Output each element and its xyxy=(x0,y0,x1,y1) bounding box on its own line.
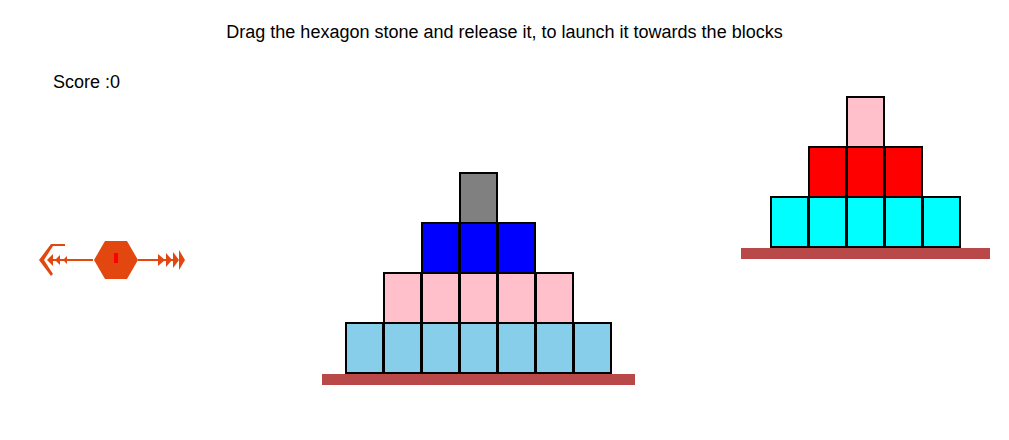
block xyxy=(345,322,384,374)
block xyxy=(421,222,460,274)
block xyxy=(459,172,498,224)
block-row xyxy=(459,172,498,224)
block xyxy=(383,272,422,324)
block xyxy=(884,146,923,198)
left-arrow-icon xyxy=(39,244,93,276)
launcher[interactable] xyxy=(25,230,195,290)
block xyxy=(497,222,536,274)
hexagon-stone-icon[interactable] xyxy=(94,241,138,279)
block xyxy=(808,196,847,248)
block xyxy=(421,322,460,374)
right-arrow-icon xyxy=(138,250,185,270)
block-row xyxy=(770,196,961,248)
stone-mark-icon xyxy=(114,253,118,263)
score-text: Score :0 xyxy=(0,44,1009,94)
instruction-text: Drag the hexagon stone and release it, t… xyxy=(0,0,1009,44)
block-tower xyxy=(322,172,635,385)
block xyxy=(535,322,574,374)
block xyxy=(884,196,923,248)
block xyxy=(846,196,885,248)
block-row xyxy=(383,272,574,324)
block xyxy=(846,96,885,148)
block-tower xyxy=(741,96,990,259)
block xyxy=(421,272,460,324)
block xyxy=(573,322,612,374)
block xyxy=(497,272,536,324)
block xyxy=(922,196,961,248)
block xyxy=(770,196,809,248)
block xyxy=(459,222,498,274)
block xyxy=(808,146,847,198)
block-row xyxy=(421,222,536,274)
game-stage: Drag the hexagon stone and release it, t… xyxy=(0,0,1009,440)
block-row xyxy=(345,322,612,374)
block xyxy=(535,272,574,324)
platform xyxy=(741,248,990,259)
block-row xyxy=(846,96,885,148)
block xyxy=(459,272,498,324)
block-row xyxy=(808,146,923,198)
block xyxy=(497,322,536,374)
block xyxy=(846,146,885,198)
platform xyxy=(322,374,635,385)
block xyxy=(383,322,422,374)
block xyxy=(459,322,498,374)
